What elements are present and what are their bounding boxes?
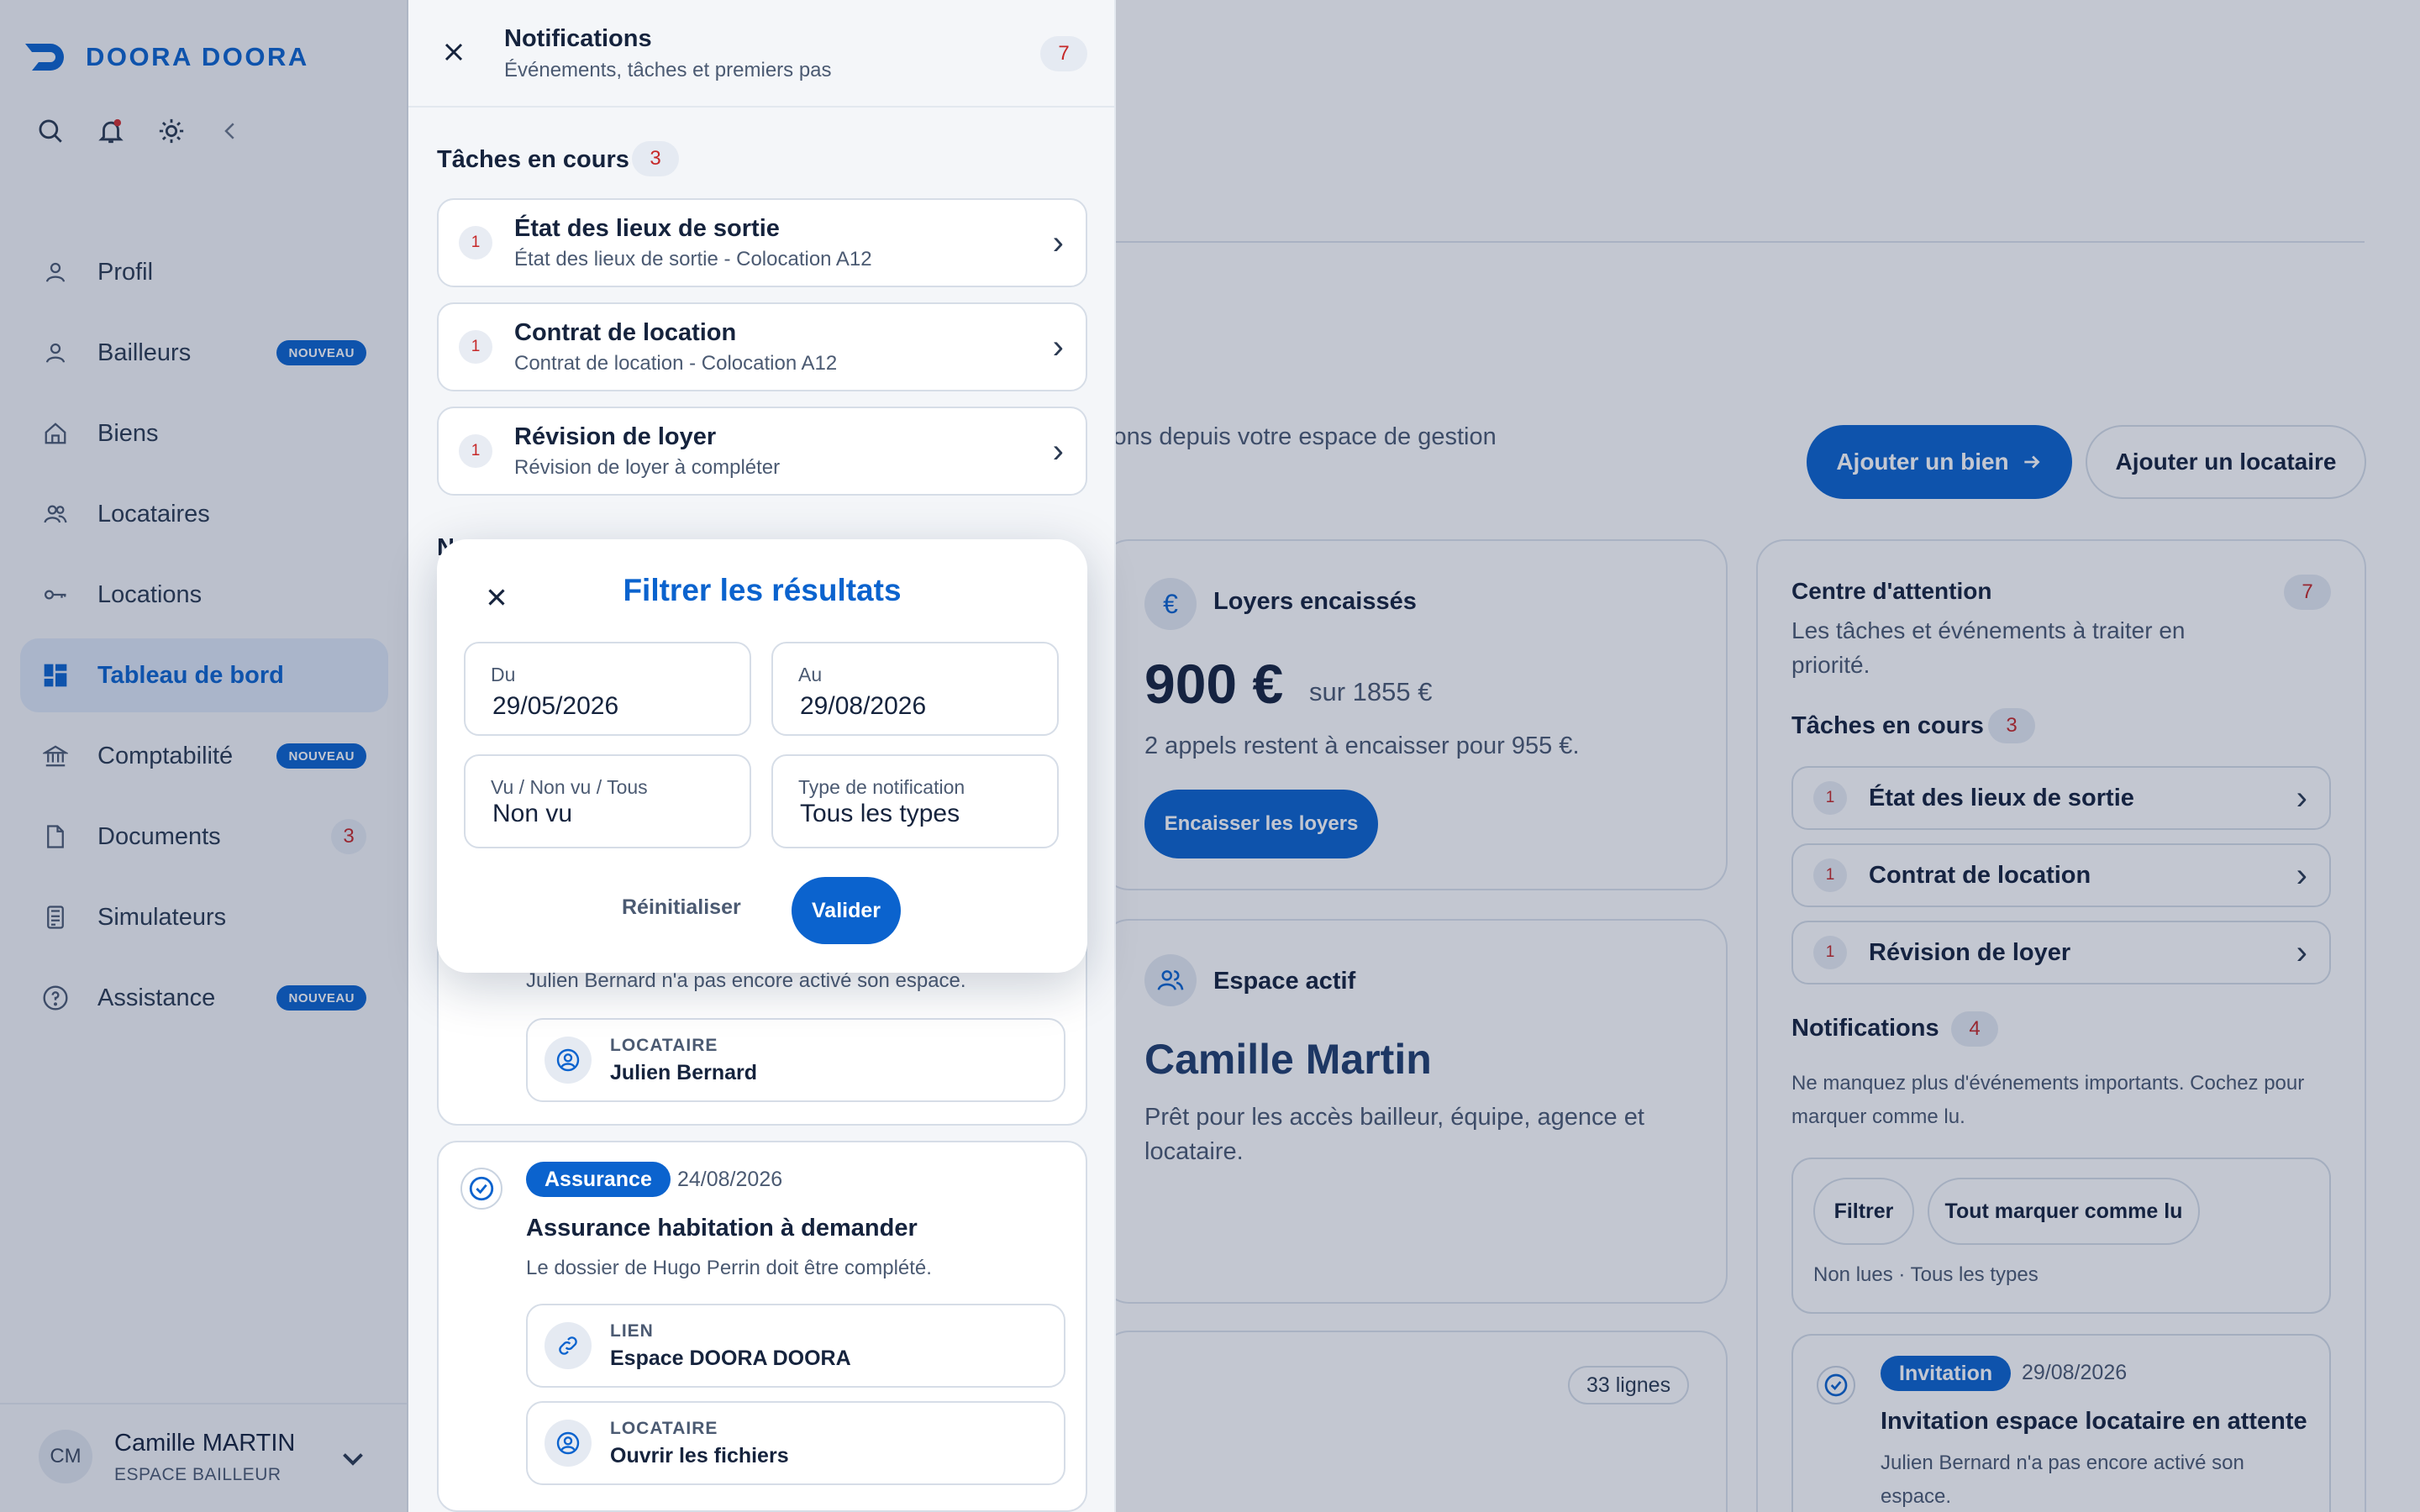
panel-header	[408, 0, 1114, 108]
tenant-link[interactable]: LOCATAIRE Julien Bernard	[526, 1018, 1065, 1102]
assurance-tag: Assurance	[526, 1162, 671, 1197]
field-label: Au	[798, 664, 823, 685]
check-circle-icon	[469, 1176, 494, 1201]
task-subtitle: État des lieux de sortie - Colocation A1…	[514, 247, 872, 270]
link-value: Ouvrir les fichiers	[610, 1443, 789, 1467]
panel-title: Notifications	[504, 25, 652, 52]
field-label: Type de notification	[798, 776, 965, 798]
link-label: LOCATAIRE	[610, 1418, 718, 1438]
task-title: Contrat de location	[514, 318, 737, 346]
event-date: 24/08/2026	[677, 1168, 783, 1191]
filter-modal: Filtrer les résultats Du 29/05/2026 Au 2…	[437, 539, 1087, 973]
event-desc: Julien Bernard n'a pas encore activé son…	[526, 969, 966, 992]
panel-task-row[interactable]: 1 Contrat de location Contrat de locatio…	[437, 302, 1087, 391]
field-value: 29/05/2026	[492, 692, 619, 720]
field-value: Non vu	[492, 800, 573, 827]
close-panel-button[interactable]	[439, 37, 469, 71]
task-number: 1	[459, 434, 492, 468]
task-subtitle: Contrat de location - Colocation A12	[514, 351, 838, 375]
task-number: 1	[459, 226, 492, 260]
space-link[interactable]: LIEN Espace DOORA DOORA	[526, 1304, 1065, 1388]
user-circle-icon	[544, 1420, 592, 1467]
date-from-field[interactable]: Du 29/05/2026	[464, 642, 751, 736]
panel-task-row[interactable]: 1 État des lieux de sortie État des lieu…	[437, 198, 1087, 287]
panel-tasks-title: Tâches en cours	[437, 146, 629, 173]
modal-title: Filtrer les résultats	[623, 573, 902, 607]
seen-status-select[interactable]: Vu / Non vu / Tous Non vu	[464, 754, 751, 848]
link-value: Espace DOORA DOORA	[610, 1346, 851, 1370]
mark-read-checkbox[interactable]	[460, 1168, 502, 1210]
task-title: État des lieux de sortie	[514, 214, 780, 242]
event-desc: Le dossier de Hugo Perrin doit être comp…	[526, 1257, 932, 1279]
task-title: Révision de loyer	[514, 423, 717, 450]
link-icon	[544, 1322, 592, 1369]
link-label: LOCATAIRE	[610, 1035, 718, 1055]
files-link[interactable]: LOCATAIRE Ouvrir les fichiers	[526, 1401, 1065, 1485]
field-label: Vu / Non vu / Tous	[491, 776, 648, 798]
event-title: Assurance habitation à demander	[526, 1215, 918, 1242]
field-label: Du	[491, 664, 516, 685]
validate-button[interactable]: Valider	[792, 877, 901, 944]
task-number: 1	[459, 330, 492, 364]
field-value: 29/08/2026	[800, 692, 927, 720]
panel-task-row[interactable]: 1 Révision de loyer Révision de loyer à …	[437, 407, 1087, 496]
panel-subtitle: Événements, tâches et premiers pas	[504, 59, 832, 81]
task-subtitle: Révision de loyer à compléter	[514, 455, 781, 479]
panel-tasks-count: 3	[632, 141, 679, 176]
chevron-right-icon: ›	[1052, 433, 1064, 470]
validate-label: Valider	[812, 898, 881, 922]
reset-button[interactable]: Réinitialiser	[622, 895, 741, 920]
user-circle-icon	[544, 1037, 592, 1084]
notification-type-select[interactable]: Type de notification Tous les types	[771, 754, 1059, 848]
link-value: Julien Bernard	[610, 1060, 758, 1084]
close-icon	[445, 43, 463, 61]
chevron-right-icon: ›	[1052, 224, 1064, 261]
panel-count-badge: 7	[1040, 36, 1087, 71]
field-value: Tous les types	[800, 800, 960, 827]
chevron-right-icon: ›	[1052, 328, 1064, 365]
overlay-backdrop[interactable]	[0, 0, 2420, 1512]
link-label: LIEN	[610, 1320, 654, 1341]
date-to-field[interactable]: Au 29/08/2026	[771, 642, 1059, 736]
